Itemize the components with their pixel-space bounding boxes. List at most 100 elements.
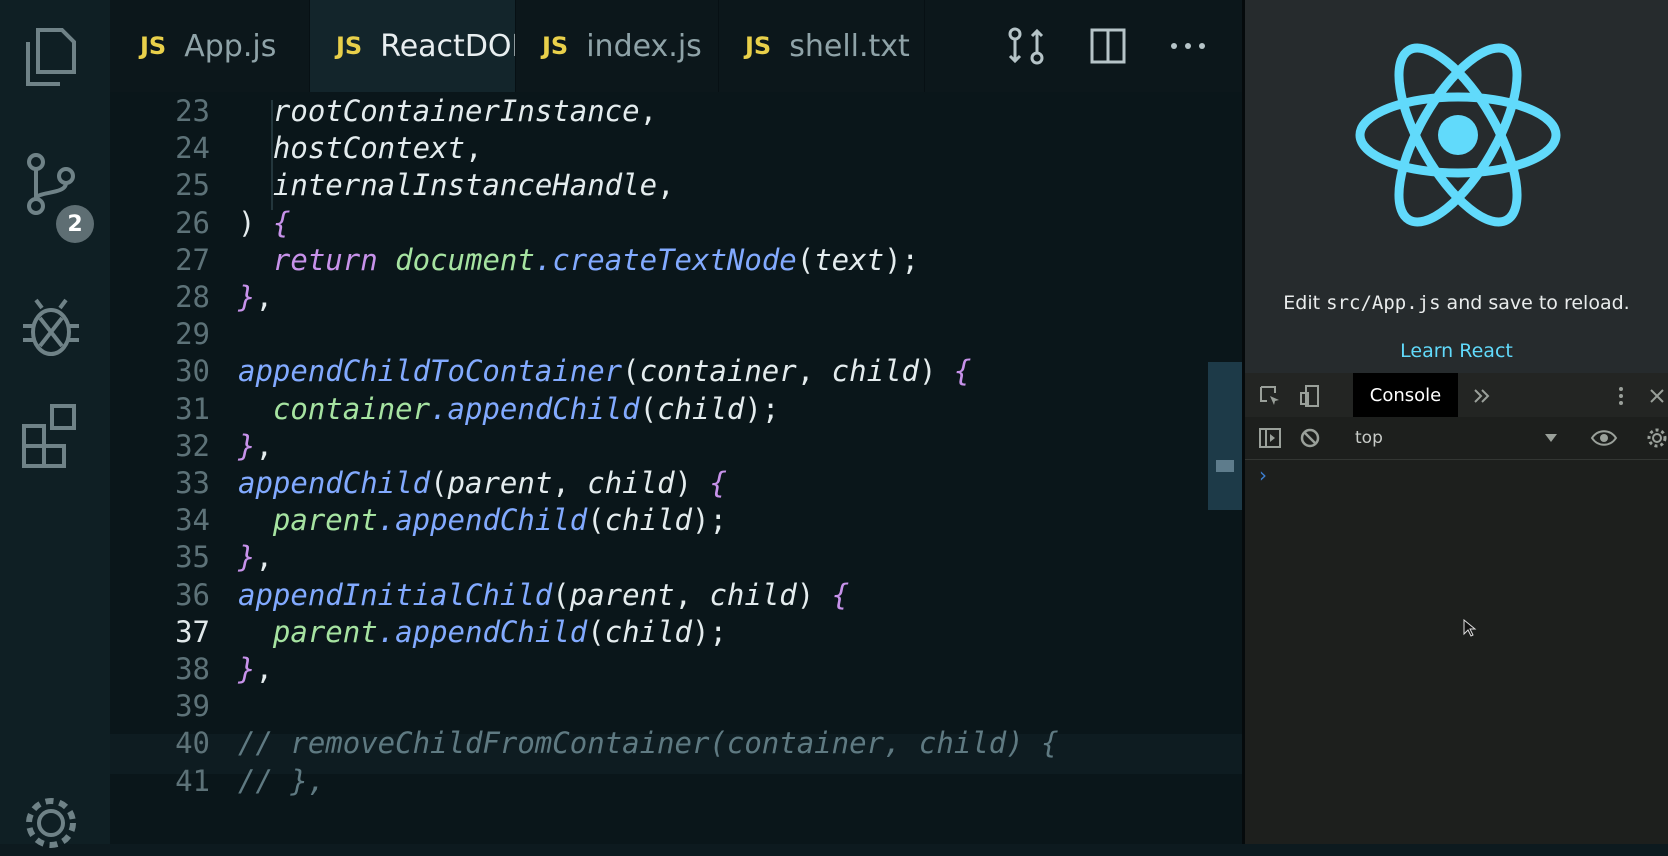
code-text: appendChild(parent, child) { — [238, 466, 727, 500]
code-line[interactable]: 30 appendChildToContainer(container, chil… — [110, 352, 1210, 391]
code-line[interactable]: 25 internalInstanceHandle, — [110, 166, 1210, 205]
activity-bar: 2 — [0, 0, 110, 848]
devtools-panel: Console top › — [1245, 373, 1668, 844]
edit-instructions: Edit src/App.js and save to reload. — [1245, 292, 1668, 314]
line-number: 41 — [175, 763, 210, 798]
edit-text-before: Edit — [1283, 292, 1327, 314]
line-number: 40 — [175, 726, 210, 761]
console-toolbar: top — [1245, 417, 1668, 460]
editor-scrollbar[interactable] — [1208, 362, 1242, 510]
code-line[interactable]: 39 — [110, 687, 1210, 726]
device-toolbar-icon[interactable] — [1295, 381, 1325, 411]
code-text: parent.appendChild(child); — [272, 503, 727, 538]
context-selector[interactable]: top — [1355, 417, 1383, 459]
code-text: ) { — [238, 205, 291, 240]
more-actions-icon[interactable] — [1160, 18, 1216, 74]
code-line[interactable]: 24 hostContext, — [110, 129, 1210, 168]
tab-app-js[interactable]: JS App.js — [110, 0, 310, 92]
code-line[interactable]: 31 container.appendChild(child); — [110, 390, 1210, 429]
code-line[interactable]: 37 parent.appendChild(child); — [110, 613, 1210, 652]
code-text: // }, — [238, 763, 326, 798]
show-sidebar-icon[interactable] — [1255, 424, 1285, 452]
line-number: 35 — [175, 540, 210, 575]
code-text: appendChildToContainer(container, child)… — [238, 354, 972, 389]
debug-icon[interactable] — [18, 296, 84, 362]
code-line[interactable]: 38}, — [110, 650, 1210, 689]
code-line[interactable]: 32}, — [110, 427, 1210, 466]
code-text: }, — [238, 652, 273, 686]
code-line[interactable]: 40 // removeChildFromContainer(container,… — [110, 724, 1210, 763]
code-line[interactable]: 35}, — [110, 538, 1210, 577]
clear-console-icon[interactable] — [1295, 424, 1325, 452]
line-number: 29 — [175, 317, 210, 352]
code-line[interactable]: 34 parent.appendChild(child); — [110, 501, 1210, 540]
code-text: // removeChildFromContainer(container, c… — [238, 726, 1059, 761]
settings-gear-icon[interactable] — [18, 790, 84, 856]
scrollbar-cursor-marker — [1216, 460, 1234, 472]
line-number: 37 — [175, 614, 210, 649]
line-number: 34 — [175, 503, 210, 538]
editor-tab-bar: JS App.js JS ReactDOM JS index.js JS she… — [110, 0, 1242, 92]
code-line[interactable]: 33 appendChild(parent, child) { — [110, 464, 1210, 503]
code-line[interactable]: 41 // }, — [110, 762, 1210, 801]
context-dropdown-icon[interactable] — [1539, 424, 1563, 452]
line-number: 32 — [175, 428, 210, 463]
code-text: internalInstanceHandle, — [272, 168, 675, 203]
line-number: 23 — [175, 94, 210, 128]
code-text: }, — [238, 280, 273, 314]
line-number: 36 — [175, 577, 210, 612]
line-number: 38 — [175, 652, 210, 686]
line-number: 24 — [175, 131, 210, 166]
code-line[interactable]: 26 ) { — [110, 204, 1210, 243]
code-editor[interactable]: 23 rootContainerInstance, 24 hostContext,… — [110, 92, 1242, 844]
split-editor-icon[interactable] — [1080, 18, 1136, 74]
tab-label: App.js — [184, 28, 277, 64]
js-file-icon: JS — [542, 32, 569, 60]
js-file-icon: JS — [140, 32, 167, 60]
live-expression-eye-icon[interactable] — [1587, 424, 1621, 452]
code-text: }, — [238, 428, 273, 463]
code-text: rootContainerInstance, — [272, 94, 658, 128]
code-text: }, — [238, 540, 273, 575]
code-line[interactable]: 36 appendInitialChild(parent, child) { — [110, 576, 1210, 615]
code-line[interactable]: 27 return document.createTextNode(text); — [110, 241, 1210, 280]
line-number: 39 — [175, 689, 210, 724]
learn-react-link[interactable]: Learn React — [1245, 340, 1668, 362]
devtools-menu-icon[interactable] — [1611, 381, 1631, 411]
tab-label: shell.txt — [789, 28, 910, 64]
tab-console[interactable]: Console — [1353, 373, 1458, 417]
code-text: container.appendChild(child); — [272, 391, 780, 426]
line-number: 31 — [175, 391, 210, 426]
inspect-element-icon[interactable] — [1255, 381, 1285, 411]
code-text: parent.appendChild(child); — [272, 614, 727, 649]
edit-code: src/App.js — [1326, 292, 1441, 314]
tab-reactdom[interactable]: JS ReactDOM — [310, 0, 516, 92]
source-control-badge: 2 — [56, 205, 94, 243]
tab-shell-txt[interactable]: JS shell.txt — [719, 0, 925, 92]
console-prompt[interactable]: › — [1259, 463, 1267, 487]
code-text: appendInitialChild(parent, child) { — [238, 577, 850, 612]
line-number: 27 — [175, 242, 210, 277]
code-text: return document.createTextNode(text); — [272, 242, 919, 277]
extensions-icon[interactable] — [18, 402, 84, 468]
code-line[interactable]: 28}, — [110, 278, 1210, 317]
code-line[interactable]: 23 rootContainerInstance, — [110, 92, 1210, 131]
js-file-icon: JS — [745, 32, 772, 60]
line-number: 26 — [175, 205, 210, 240]
app-preview: Edit src/App.js and save to reload. Lear… — [1245, 0, 1668, 373]
js-file-icon: JS — [336, 32, 363, 60]
line-number: 28 — [175, 280, 210, 314]
tab-label: ReactDOM — [380, 28, 515, 64]
tab-label: index.js — [586, 28, 702, 64]
line-number: 25 — [175, 168, 210, 203]
explorer-icon[interactable] — [18, 24, 84, 90]
console-settings-gear-icon[interactable] — [1645, 424, 1668, 452]
close-devtools-icon[interactable] — [1647, 381, 1667, 411]
tab-index-js[interactable]: JS index.js — [516, 0, 719, 92]
code-line[interactable]: 29 — [110, 315, 1210, 354]
more-tabs-icon[interactable] — [1467, 381, 1497, 411]
line-number: 33 — [175, 466, 210, 500]
mouse-cursor-icon — [1463, 618, 1477, 641]
edit-text-after: and save to reload. — [1440, 292, 1630, 314]
compare-changes-icon[interactable] — [998, 18, 1054, 74]
